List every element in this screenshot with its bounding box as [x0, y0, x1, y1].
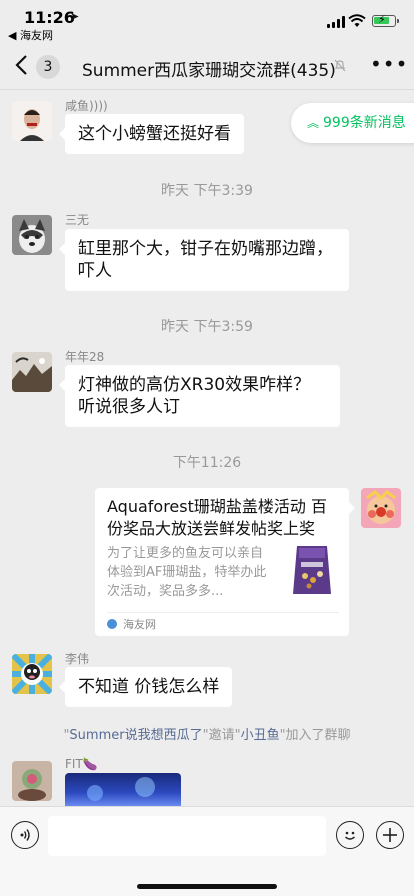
input-bar: [0, 806, 414, 896]
sender-name: 咸鱼)))): [65, 99, 108, 113]
cellular-signal-icon: [327, 16, 345, 28]
link-card-source: 海友网: [123, 618, 156, 631]
voice-input-button[interactable]: [11, 821, 39, 849]
timestamp: 下午11:26: [172, 455, 242, 471]
message-bubble[interactable]: 不知道 价钱怎么样: [58, 667, 233, 707]
status-bar: 11:26 ➤ ◀ 海友网 ⚡: [0, 0, 414, 44]
system-message-invitee[interactable]: 小丑鱼: [241, 728, 280, 743]
message-bubble[interactable]: 这个小螃蟹还挺好看: [59, 114, 244, 154]
avatar[interactable]: [12, 352, 52, 392]
back-button[interactable]: [14, 54, 34, 80]
link-card-title: Aquaforest珊瑚盐盖楼活动 百份奖品大放送尝鲜发帖奖上奖: [107, 497, 327, 538]
avatar[interactable]: [12, 654, 52, 694]
image-message[interactable]: [65, 773, 181, 806]
chat-title: Summer西瓜家珊瑚交流群(435): [82, 61, 336, 81]
double-chevron-up-icon: ︽: [307, 116, 320, 130]
new-messages-pill[interactable]: ︽ 999条新消息: [291, 103, 414, 143]
system-message: "Summer说我想西瓜了"邀请"小丑鱼"加入了群聊: [63, 728, 351, 743]
add-attachment-button[interactable]: [376, 821, 404, 849]
message-input[interactable]: [48, 816, 326, 856]
avatar[interactable]: [12, 101, 52, 141]
battery-icon: ⚡: [372, 13, 396, 27]
system-message-actor[interactable]: Summer说我想西瓜了: [69, 728, 202, 743]
message-bubble[interactable]: 缸里那个大，钳子在奶嘴那边蹭，吓人: [59, 229, 349, 291]
message-bubble[interactable]: 灯神做的高仿XR30效果咋样？听说很多人订: [59, 365, 340, 427]
avatar[interactable]: [12, 761, 52, 801]
back-to-app-link[interactable]: ◀ 海友网: [8, 27, 53, 43]
sender-name: FIT🍆: [65, 757, 98, 771]
sender-name: 三无: [65, 213, 90, 227]
avatar[interactable]: [12, 215, 52, 255]
mute-bell-icon: [334, 59, 346, 75]
sender-name: 李伟: [65, 652, 90, 666]
wifi-icon: [348, 14, 366, 32]
sender-name: 年年28: [65, 350, 105, 364]
more-options-button[interactable]: •••: [370, 52, 408, 76]
new-messages-label: 999条新消息: [323, 115, 406, 131]
chat-header: 3 Summer西瓜家珊瑚交流群(435) •••: [0, 44, 414, 90]
location-arrow-icon: ➤: [70, 10, 80, 23]
link-card-description: 为了让更多的鱼友可以亲自体验到AF珊瑚盐，特举办此次活动，奖品多多...: [107, 546, 267, 599]
timestamp: 昨天 下午3:39: [161, 183, 253, 199]
home-indicator: [137, 884, 277, 889]
link-card[interactable]: Aquaforest珊瑚盐盖楼活动 百份奖品大放送尝鲜发帖奖上奖 为了让更多的鱼…: [95, 488, 355, 636]
my-avatar[interactable]: [361, 488, 401, 528]
unread-count-badge[interactable]: 3: [36, 55, 60, 79]
source-logo-icon: [107, 619, 117, 629]
timestamp: 昨天 下午3:59: [161, 319, 253, 335]
status-time: 11:26: [24, 8, 75, 27]
emoji-button[interactable]: [336, 821, 364, 849]
link-card-thumbnail: [285, 542, 339, 598]
